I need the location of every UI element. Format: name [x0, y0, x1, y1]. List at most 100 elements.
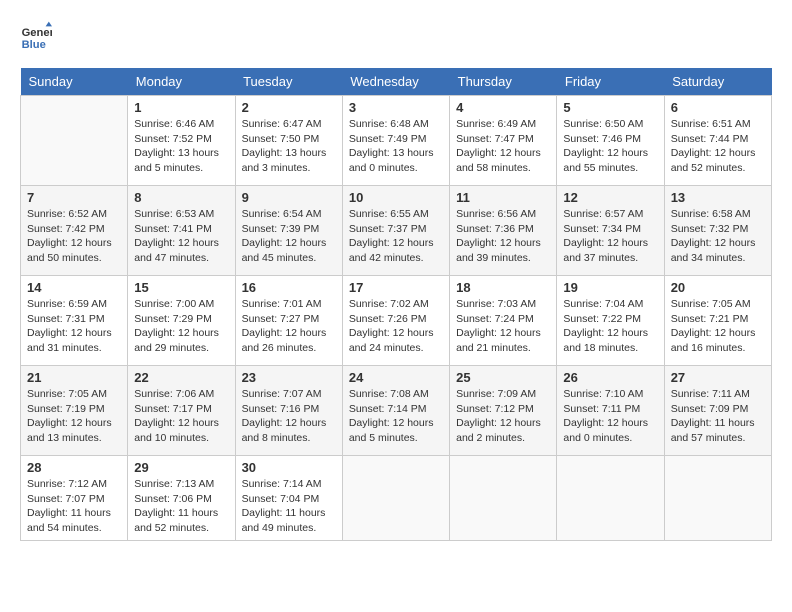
day-info: Sunrise: 7:07 AMSunset: 7:16 PMDaylight:…: [242, 387, 336, 446]
day-number: 14: [27, 280, 121, 295]
day-number: 30: [242, 460, 336, 475]
page-header: General Blue: [20, 20, 772, 52]
day-info: Sunrise: 7:00 AMSunset: 7:29 PMDaylight:…: [134, 297, 228, 356]
calendar-cell: 8 Sunrise: 6:53 AMSunset: 7:41 PMDaylight…: [128, 186, 235, 276]
day-number: 10: [349, 190, 443, 205]
day-number: 27: [671, 370, 765, 385]
day-info: Sunrise: 7:08 AMSunset: 7:14 PMDaylight:…: [349, 387, 443, 446]
day-info: Sunrise: 7:12 AMSunset: 7:07 PMDaylight:…: [27, 477, 121, 536]
day-number: 23: [242, 370, 336, 385]
day-number: 1: [134, 100, 228, 115]
day-number: 8: [134, 190, 228, 205]
calendar-cell: 16Sunrise: 7:01 AMSunset: 7:27 PMDayligh…: [235, 276, 342, 366]
day-number: 17: [349, 280, 443, 295]
logo-icon: General Blue: [20, 20, 52, 52]
calendar-cell: 25Sunrise: 7:09 AMSunset: 7:12 PMDayligh…: [450, 366, 557, 456]
day-info: Sunrise: 6:47 AMSunset: 7:50 PMDaylight:…: [242, 117, 336, 176]
calendar-cell: 2Sunrise: 6:47 AMSunset: 7:50 PMDaylight…: [235, 96, 342, 186]
day-number: 3: [349, 100, 443, 115]
day-info: Sunrise: 6:46 AMSunset: 7:52 PMDaylight:…: [134, 117, 228, 176]
calendar-cell: 20Sunrise: 7:05 AMSunset: 7:21 PMDayligh…: [664, 276, 771, 366]
day-number: 21: [27, 370, 121, 385]
day-info: Sunrise: 6:49 AMSunset: 7:47 PMDaylight:…: [456, 117, 550, 176]
day-number: 13: [671, 190, 765, 205]
calendar-cell: 19 Sunrise: 7:04 AMSunset: 7:22 PMDayligh…: [557, 276, 664, 366]
day-number: 19: [563, 280, 657, 295]
calendar-cell: [664, 456, 771, 541]
calendar-cell: 7Sunrise: 6:52 AMSunset: 7:42 PMDaylight…: [21, 186, 128, 276]
calendar-cell: 4 Sunrise: 6:49 AMSunset: 7:47 PMDaylight…: [450, 96, 557, 186]
day-number: 4: [456, 100, 550, 115]
day-number: 25: [456, 370, 550, 385]
day-info: Sunrise: 6:56 AMSunset: 7:36 PMDaylight:…: [456, 207, 550, 266]
calendar-cell: 9 Sunrise: 6:54 AMSunset: 7:39 PMDaylight…: [235, 186, 342, 276]
weekday-header-monday: Monday: [128, 68, 235, 96]
day-info: Sunrise: 7:05 AMSunset: 7:19 PMDaylight:…: [27, 387, 121, 446]
day-info: Sunrise: 7:06 AMSunset: 7:17 PMDaylight:…: [134, 387, 228, 446]
calendar-cell: [557, 456, 664, 541]
calendar-cell: 10 Sunrise: 6:55 AMSunset: 7:37 PMDayligh…: [342, 186, 449, 276]
calendar-cell: [450, 456, 557, 541]
weekday-header-thursday: Thursday: [450, 68, 557, 96]
day-number: 5: [563, 100, 657, 115]
day-info: Sunrise: 6:48 AMSunset: 7:49 PMDaylight:…: [349, 117, 443, 176]
calendar-cell: 30 Sunrise: 7:14 AMSunset: 7:04 PMDayligh…: [235, 456, 342, 541]
calendar-cell: 14 Sunrise: 6:59 AMSunset: 7:31 PMDayligh…: [21, 276, 128, 366]
day-number: 22: [134, 370, 228, 385]
day-number: 18: [456, 280, 550, 295]
day-info: Sunrise: 7:02 AMSunset: 7:26 PMDaylight:…: [349, 297, 443, 356]
weekday-header-wednesday: Wednesday: [342, 68, 449, 96]
day-info: Sunrise: 7:03 AMSunset: 7:24 PMDaylight:…: [456, 297, 550, 356]
calendar-cell: 15Sunrise: 7:00 AMSunset: 7:29 PMDayligh…: [128, 276, 235, 366]
calendar-cell: 23 Sunrise: 7:07 AMSunset: 7:16 PMDayligh…: [235, 366, 342, 456]
day-number: 6: [671, 100, 765, 115]
day-info: Sunrise: 7:13 AMSunset: 7:06 PMDaylight:…: [134, 477, 228, 536]
day-info: Sunrise: 7:11 AMSunset: 7:09 PMDaylight:…: [671, 387, 765, 446]
day-info: Sunrise: 6:58 AMSunset: 7:32 PMDaylight:…: [671, 207, 765, 266]
day-number: 24: [349, 370, 443, 385]
weekday-header-friday: Friday: [557, 68, 664, 96]
calendar-cell: 17 Sunrise: 7:02 AMSunset: 7:26 PMDayligh…: [342, 276, 449, 366]
day-info: Sunrise: 6:53 AMSunset: 7:41 PMDaylight:…: [134, 207, 228, 266]
weekday-header-tuesday: Tuesday: [235, 68, 342, 96]
day-info: Sunrise: 6:59 AMSunset: 7:31 PMDaylight:…: [27, 297, 121, 356]
calendar-cell: 24 Sunrise: 7:08 AMSunset: 7:14 PMDayligh…: [342, 366, 449, 456]
day-number: 20: [671, 280, 765, 295]
calendar-cell: 3 Sunrise: 6:48 AMSunset: 7:49 PMDaylight…: [342, 96, 449, 186]
day-number: 9: [242, 190, 336, 205]
day-number: 28: [27, 460, 121, 475]
weekday-header-saturday: Saturday: [664, 68, 771, 96]
calendar-cell: 12 Sunrise: 6:57 AMSunset: 7:34 PMDayligh…: [557, 186, 664, 276]
svg-text:Blue: Blue: [22, 39, 46, 51]
calendar-cell: 13 Sunrise: 6:58 AMSunset: 7:32 PMDayligh…: [664, 186, 771, 276]
calendar-table: SundayMondayTuesdayWednesdayThursdayFrid…: [20, 68, 772, 541]
svg-text:General: General: [22, 27, 52, 39]
day-info: Sunrise: 7:14 AMSunset: 7:04 PMDaylight:…: [242, 477, 336, 536]
calendar-cell: 22 Sunrise: 7:06 AMSunset: 7:17 PMDayligh…: [128, 366, 235, 456]
day-info: Sunrise: 6:57 AMSunset: 7:34 PMDaylight:…: [563, 207, 657, 266]
day-info: Sunrise: 6:55 AMSunset: 7:37 PMDaylight:…: [349, 207, 443, 266]
day-info: Sunrise: 6:50 AMSunset: 7:46 PMDaylight:…: [563, 117, 657, 176]
calendar-cell: 5 Sunrise: 6:50 AMSunset: 7:46 PMDaylight…: [557, 96, 664, 186]
day-info: Sunrise: 6:54 AMSunset: 7:39 PMDaylight:…: [242, 207, 336, 266]
calendar-cell: 26 Sunrise: 7:10 AMSunset: 7:11 PMDayligh…: [557, 366, 664, 456]
calendar-cell: 28 Sunrise: 7:12 AMSunset: 7:07 PMDayligh…: [21, 456, 128, 541]
calendar-cell: 1 Sunrise: 6:46 AMSunset: 7:52 PMDaylight…: [128, 96, 235, 186]
calendar-cell: 11 Sunrise: 6:56 AMSunset: 7:36 PMDayligh…: [450, 186, 557, 276]
calendar-cell: [21, 96, 128, 186]
day-number: 26: [563, 370, 657, 385]
calendar-cell: [342, 456, 449, 541]
calendar-cell: 27 Sunrise: 7:11 AMSunset: 7:09 PMDayligh…: [664, 366, 771, 456]
day-number: 29: [134, 460, 228, 475]
day-info: Sunrise: 7:01 AMSunset: 7:27 PMDaylight:…: [242, 297, 336, 356]
calendar-cell: 18 Sunrise: 7:03 AMSunset: 7:24 PMDayligh…: [450, 276, 557, 366]
day-info: Sunrise: 7:10 AMSunset: 7:11 PMDaylight:…: [563, 387, 657, 446]
day-info: Sunrise: 7:04 AMSunset: 7:22 PMDaylight:…: [563, 297, 657, 356]
day-info: Sunrise: 6:52 AMSunset: 7:42 PMDaylight:…: [27, 207, 121, 266]
day-number: 12: [563, 190, 657, 205]
calendar-cell: 21 Sunrise: 7:05 AMSunset: 7:19 PMDayligh…: [21, 366, 128, 456]
logo: General Blue: [20, 20, 56, 52]
day-number: 11: [456, 190, 550, 205]
weekday-header-sunday: Sunday: [21, 68, 128, 96]
calendar-cell: 29 Sunrise: 7:13 AMSunset: 7:06 PMDayligh…: [128, 456, 235, 541]
